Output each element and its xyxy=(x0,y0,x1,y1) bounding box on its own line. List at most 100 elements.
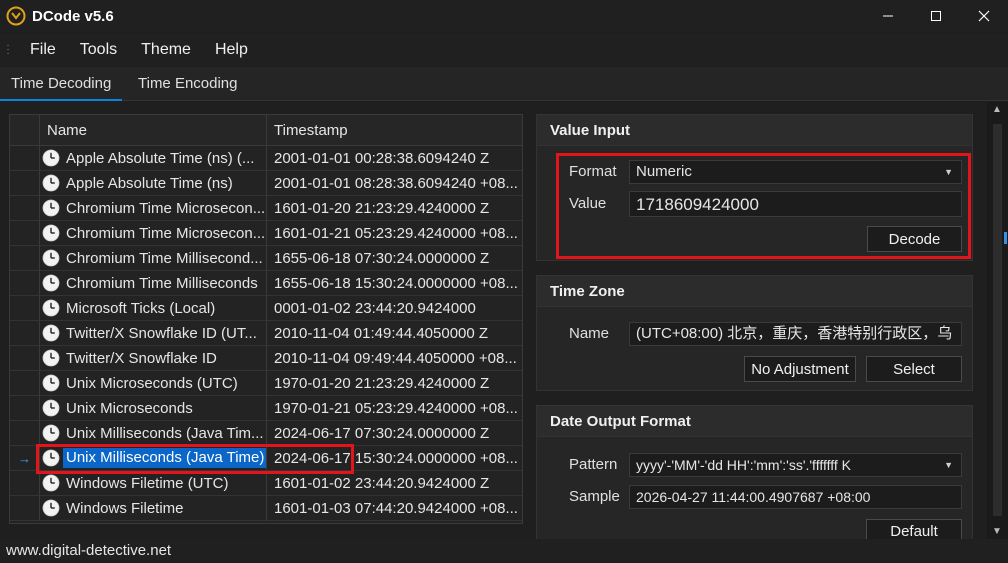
row-name-text: Twitter/X Snowflake ID xyxy=(66,349,217,367)
cell-name[interactable]: Microsoft Ticks (Local) xyxy=(40,296,267,321)
row-header[interactable] xyxy=(10,496,40,521)
scrollbar-thumb[interactable] xyxy=(993,124,1002,516)
row-name-text: Windows Filetime (UTC) xyxy=(66,474,229,492)
row-header[interactable] xyxy=(10,196,40,221)
clock-icon xyxy=(42,474,60,492)
time-zone-title: Time Zone xyxy=(537,276,972,307)
cell-name[interactable]: Chromium Time Milliseconds xyxy=(40,271,267,296)
cell-timestamp[interactable]: 2010-11-04 09:49:44.4050000 +08... xyxy=(267,346,522,371)
clock-icon xyxy=(42,149,60,167)
row-name-text: Chromium Time Microsecon... xyxy=(66,224,266,242)
row-name-text: Apple Absolute Time (ns) xyxy=(66,174,233,192)
clock-icon xyxy=(42,399,60,417)
cell-name[interactable]: Chromium Time Microsecon... xyxy=(40,221,267,246)
row-header[interactable] xyxy=(10,271,40,296)
cell-name[interactable]: Twitter/X Snowflake ID xyxy=(40,346,267,371)
close-icon xyxy=(978,10,990,22)
pattern-dropdown[interactable]: yyyy'-'MM'-'dd HH':'mm':'ss'.'fffffff K … xyxy=(629,453,962,477)
menu-theme[interactable]: Theme xyxy=(129,41,203,59)
clock-icon xyxy=(42,499,60,517)
cell-name[interactable]: Apple Absolute Time (ns) xyxy=(40,171,267,196)
table-row[interactable]: Chromium Time Milliseconds 1655-06-18 15:… xyxy=(10,271,522,296)
row-header[interactable] xyxy=(10,146,40,171)
row-header[interactable] xyxy=(10,471,40,496)
menu-grip-icon: · · · xyxy=(6,40,10,59)
close-button[interactable] xyxy=(960,0,1008,32)
maximize-button[interactable] xyxy=(912,0,960,32)
table-row[interactable]: Twitter/X Snowflake ID 2010-11-04 09:49:4… xyxy=(10,346,522,371)
date-output-title: Date Output Format xyxy=(537,406,972,437)
cell-timestamp[interactable]: 2010-11-04 01:49:44.4050000 Z xyxy=(267,321,522,346)
pattern-label: Pattern xyxy=(569,456,618,473)
table-row[interactable]: Unix Milliseconds (Java Tim... 2024-06-17… xyxy=(10,421,522,446)
row-name-text: Chromium Time Microsecon... xyxy=(66,199,266,217)
app-logo-icon xyxy=(6,6,26,26)
table-row[interactable]: Chromium Time Microsecon... 1601-01-20 21… xyxy=(10,196,522,221)
cell-timestamp[interactable]: 1655-06-18 07:30:24.0000000 Z xyxy=(267,246,522,271)
no-adjustment-button[interactable]: No Adjustment xyxy=(744,356,856,382)
table-row[interactable]: Apple Absolute Time (ns) 2001-01-01 08:28… xyxy=(10,171,522,196)
row-header[interactable] xyxy=(10,421,40,446)
clock-icon xyxy=(42,374,60,392)
row-header[interactable] xyxy=(10,346,40,371)
timezone-name-label: Name xyxy=(569,325,610,342)
cell-timestamp[interactable]: 0001-01-02 23:44:20.9424000 xyxy=(267,296,522,321)
tab-time-encoding[interactable]: Time Encoding xyxy=(127,67,249,101)
cell-name[interactable]: Unix Microseconds (UTC) xyxy=(40,371,267,396)
cell-timestamp[interactable]: 1601-01-20 21:23:29.4240000 Z xyxy=(267,196,522,221)
clock-icon xyxy=(42,174,60,192)
scroll-down-icon[interactable]: ▼ xyxy=(992,526,1002,537)
cell-name[interactable]: Windows Filetime xyxy=(40,496,267,521)
vertical-scrollbar[interactable]: ▲ ▼ xyxy=(987,102,1008,539)
cell-timestamp[interactable]: 2001-01-01 08:28:38.6094240 +08... xyxy=(267,171,522,196)
table-row[interactable]: Unix Microseconds (UTC) 1970-01-20 21:23:… xyxy=(10,371,522,396)
cell-timestamp[interactable]: 2001-01-01 00:28:38.6094240 Z xyxy=(267,146,522,171)
row-header[interactable] xyxy=(10,371,40,396)
table-row[interactable]: Chromium Time Microsecon... 1601-01-21 05… xyxy=(10,221,522,246)
menu-file[interactable]: File xyxy=(18,41,68,59)
cell-name[interactable]: Apple Absolute Time (ns) (... xyxy=(40,146,267,171)
menu-help[interactable]: Help xyxy=(203,41,260,59)
cell-timestamp[interactable]: 2024-06-17 07:30:24.0000000 Z xyxy=(267,421,522,446)
row-name-text: Windows Filetime xyxy=(66,499,184,517)
cell-name[interactable]: Unix Microseconds xyxy=(40,396,267,421)
row-header[interactable] xyxy=(10,221,40,246)
row-header[interactable] xyxy=(10,246,40,271)
maximize-icon xyxy=(931,11,941,21)
cell-name[interactable]: Unix Milliseconds (Java Tim... xyxy=(40,421,267,446)
table-row[interactable]: Microsoft Ticks (Local) 0001-01-02 23:44:… xyxy=(10,296,522,321)
cell-timestamp[interactable]: 1601-01-02 23:44:20.9424000 Z xyxy=(267,471,522,496)
minimize-button[interactable] xyxy=(864,0,912,32)
column-header-name[interactable]: Name xyxy=(40,115,267,146)
cell-name[interactable]: Chromium Time Microsecon... xyxy=(40,196,267,221)
timezone-name-field[interactable]: (UTC+08:00) 北京，重庆，香港特别行政区，乌 xyxy=(629,322,962,346)
app-title: DCode v5.6 xyxy=(32,7,114,25)
scroll-up-icon[interactable]: ▲ xyxy=(992,104,1002,115)
cell-name[interactable]: Windows Filetime (UTC) xyxy=(40,471,267,496)
table-row[interactable]: Unix Microseconds 1970-01-21 05:23:29.424… xyxy=(10,396,522,421)
table-row[interactable]: Windows Filetime (UTC) 1601-01-02 23:44:2… xyxy=(10,471,522,496)
row-header[interactable] xyxy=(10,321,40,346)
table-row[interactable]: Windows Filetime 1601-01-03 07:44:20.9424… xyxy=(10,496,522,521)
row-header[interactable] xyxy=(10,396,40,421)
row-header-corner xyxy=(10,115,40,146)
menu-tools[interactable]: Tools xyxy=(68,41,129,59)
column-header-timestamp[interactable]: Timestamp xyxy=(267,115,522,146)
row-header[interactable] xyxy=(10,296,40,321)
table-row[interactable]: Chromium Time Millisecond... 1655-06-18 0… xyxy=(10,246,522,271)
cell-timestamp[interactable]: 1970-01-20 21:23:29.4240000 Z xyxy=(267,371,522,396)
row-header[interactable] xyxy=(10,171,40,196)
table-row[interactable]: Twitter/X Snowflake ID (UT... 2010-11-04 … xyxy=(10,321,522,346)
tab-time-decoding[interactable]: Time Decoding xyxy=(0,67,123,101)
title-bar: DCode v5.6 xyxy=(0,0,1008,32)
cell-timestamp[interactable]: 1601-01-21 05:23:29.4240000 +08... xyxy=(267,221,522,246)
cell-timestamp[interactable]: 1601-01-03 07:44:20.9424000 +08... xyxy=(267,496,522,521)
cell-timestamp[interactable]: 1655-06-18 15:30:24.0000000 +08... xyxy=(267,271,522,296)
cell-timestamp[interactable]: 1970-01-21 05:23:29.4240000 +08... xyxy=(267,396,522,421)
table-row[interactable]: Apple Absolute Time (ns) (... 2001-01-01 … xyxy=(10,146,522,171)
select-timezone-button[interactable]: Select xyxy=(866,356,962,382)
cell-name[interactable]: Twitter/X Snowflake ID (UT... xyxy=(40,321,267,346)
value-input-title: Value Input xyxy=(537,115,972,146)
cell-name[interactable]: Chromium Time Millisecond... xyxy=(40,246,267,271)
tab-bar: Time Decoding Time Encoding xyxy=(0,67,1008,101)
